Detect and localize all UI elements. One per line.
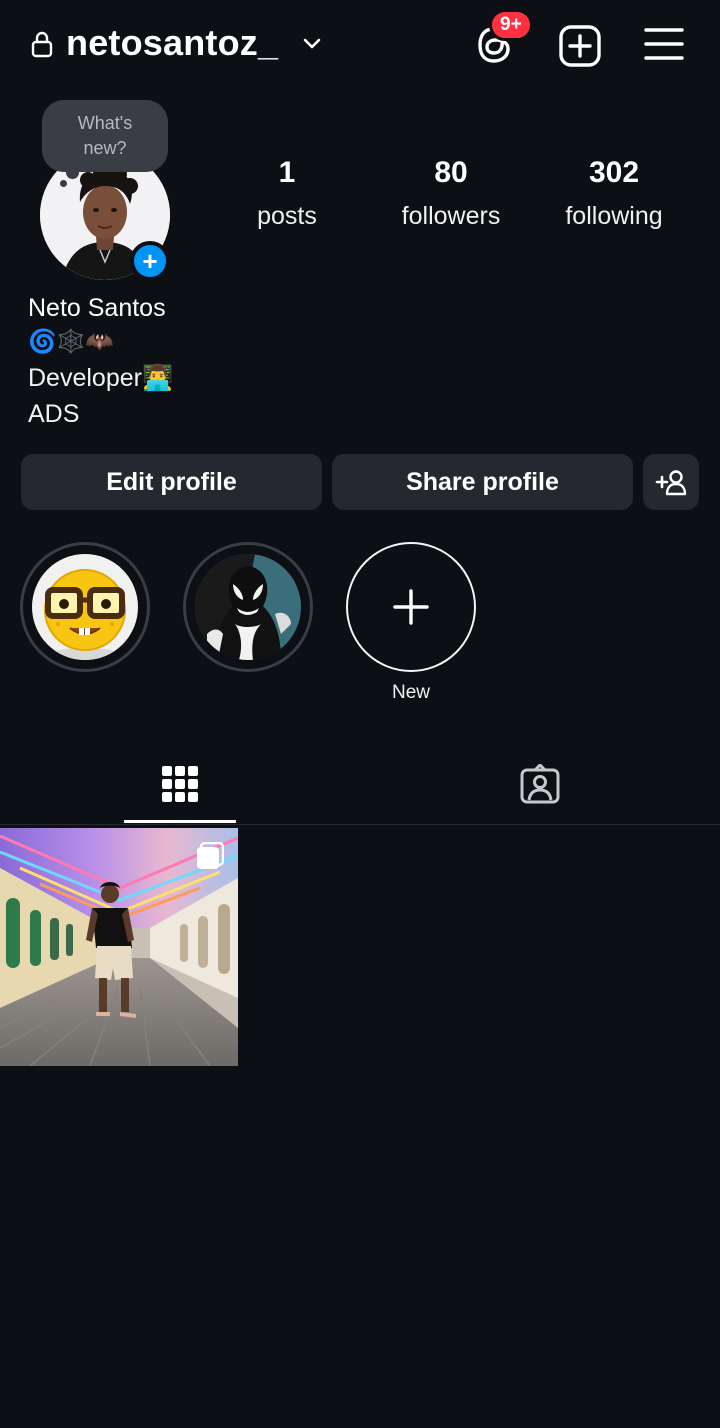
- bio-line-2: ADS: [28, 400, 80, 428]
- share-profile-button[interactable]: Share profile: [332, 454, 633, 510]
- hamburger-menu-icon[interactable]: [644, 26, 684, 62]
- display-name: Neto Santos: [28, 294, 166, 322]
- venom-comic-highlight: [195, 554, 301, 660]
- notification-badge: 9+: [489, 9, 533, 41]
- whats-new-note[interactable]: What's new?: [42, 100, 168, 172]
- tab-tagged[interactable]: [484, 744, 596, 824]
- new-highlight-label: New: [391, 682, 430, 703]
- lock-icon: [31, 31, 53, 58]
- add-person-icon: [655, 470, 687, 496]
- multiple-photos-icon: [197, 842, 224, 869]
- highlight-venom[interactable]: [183, 542, 313, 672]
- plus-icon: [393, 589, 429, 625]
- add-story-button[interactable]: +: [130, 241, 170, 281]
- tab-posts-grid[interactable]: [124, 744, 236, 824]
- tab-divider: [0, 824, 720, 825]
- create-post-icon[interactable]: [558, 24, 602, 68]
- tagged-person-icon: [520, 764, 560, 804]
- account-username[interactable]: netosantoz_: [66, 22, 278, 64]
- following-stat[interactable]: 302 following: [539, 156, 689, 231]
- followers-label: followers: [401, 202, 501, 230]
- grid-icon: [162, 766, 198, 802]
- followers-count: 80: [434, 156, 468, 189]
- followers-stat[interactable]: 80 followers: [376, 156, 526, 231]
- posts-count: 1: [278, 156, 296, 189]
- posts-stat[interactable]: 1 posts: [212, 156, 362, 231]
- whats-new-text: What's new?: [77, 113, 133, 158]
- edit-profile-button[interactable]: Edit profile: [21, 454, 322, 510]
- highlight-nerd-face[interactable]: [20, 542, 150, 672]
- bio-emojis: 🌀🕸️🦇: [28, 328, 114, 354]
- following-count: 302: [588, 156, 640, 189]
- following-label: following: [565, 202, 663, 230]
- posts-label: posts: [257, 202, 317, 230]
- chevron-down-icon[interactable]: [300, 34, 324, 54]
- discover-people-button[interactable]: [643, 454, 699, 510]
- active-tab-indicator: [124, 820, 236, 823]
- new-highlight-button[interactable]: [346, 542, 476, 672]
- bio-line-1: Developer👨‍💻: [28, 364, 174, 392]
- nerd-face-emoji-highlight: [32, 554, 138, 660]
- bubble-tail-small: [60, 180, 67, 187]
